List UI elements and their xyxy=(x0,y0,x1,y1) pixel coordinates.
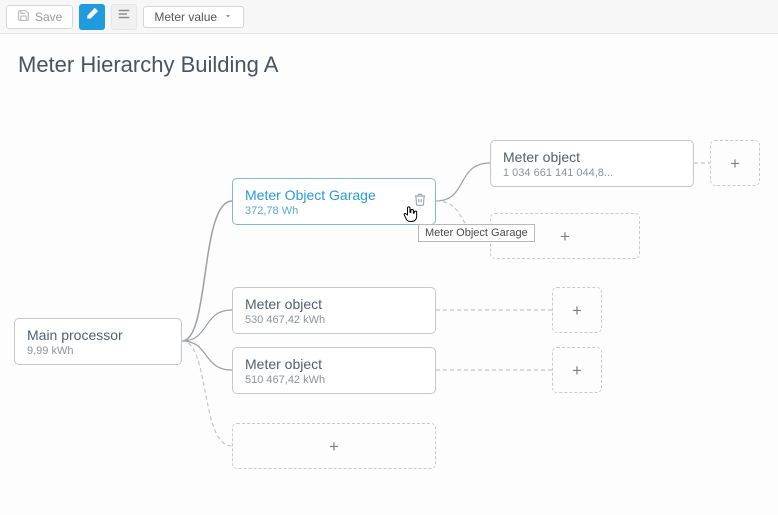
lines-icon xyxy=(117,7,131,26)
chevron-down-icon xyxy=(223,10,233,24)
node-meter-1[interactable]: Meter object 530 467,42 kWh xyxy=(232,287,436,334)
add-child-slot-meter1[interactable]: + xyxy=(552,287,602,333)
pencil-icon xyxy=(85,7,99,26)
node-value: 530 467,42 kWh xyxy=(245,314,423,326)
node-title: Main processor xyxy=(27,327,169,343)
node-title: Meter object xyxy=(503,149,681,165)
add-child-slot-root[interactable]: + xyxy=(232,423,436,469)
plus-icon: + xyxy=(560,228,570,245)
save-icon xyxy=(17,9,30,25)
node-title: Meter object xyxy=(245,296,423,312)
edit-button[interactable] xyxy=(79,4,105,30)
node-title: Meter object xyxy=(245,356,423,372)
node-main-processor[interactable]: Main processor 9,99 kWh xyxy=(14,318,182,365)
plus-icon: + xyxy=(730,155,740,172)
node-garage[interactable]: Meter Object Garage 372,78 Wh xyxy=(232,178,436,225)
add-child-slot-meter2[interactable]: + xyxy=(552,347,602,393)
delete-node-button[interactable] xyxy=(413,192,427,211)
plus-icon: + xyxy=(572,362,582,379)
save-label: Save xyxy=(35,10,62,24)
hierarchy-canvas: Main processor 9,99 kWh Meter Object Gar… xyxy=(0,88,778,508)
node-value: 510 467,42 kWh xyxy=(245,374,423,386)
node-meter-2[interactable]: Meter object 510 467,42 kWh xyxy=(232,347,436,394)
node-value: 372,78 Wh xyxy=(245,205,423,217)
trash-icon xyxy=(413,193,427,210)
plus-icon: + xyxy=(329,438,339,455)
collapse-button[interactable] xyxy=(111,4,137,30)
tooltip: Meter Object Garage xyxy=(418,224,535,242)
page-title: Meter Hierarchy Building A xyxy=(0,34,778,88)
add-child-slot-meter3[interactable]: + xyxy=(710,140,760,186)
node-value: 9,99 kWh xyxy=(27,345,169,357)
toolbar: Save Meter value xyxy=(0,0,778,34)
value-mode-dropdown[interactable]: Meter value xyxy=(143,6,244,28)
node-meter-3[interactable]: Meter object 1 034 661 141 044,8... xyxy=(490,140,694,187)
save-button[interactable]: Save xyxy=(6,5,73,29)
node-value: 1 034 661 141 044,8... xyxy=(503,167,681,179)
plus-icon: + xyxy=(572,302,582,319)
dropdown-label: Meter value xyxy=(154,10,217,24)
node-title: Meter Object Garage xyxy=(245,187,423,203)
